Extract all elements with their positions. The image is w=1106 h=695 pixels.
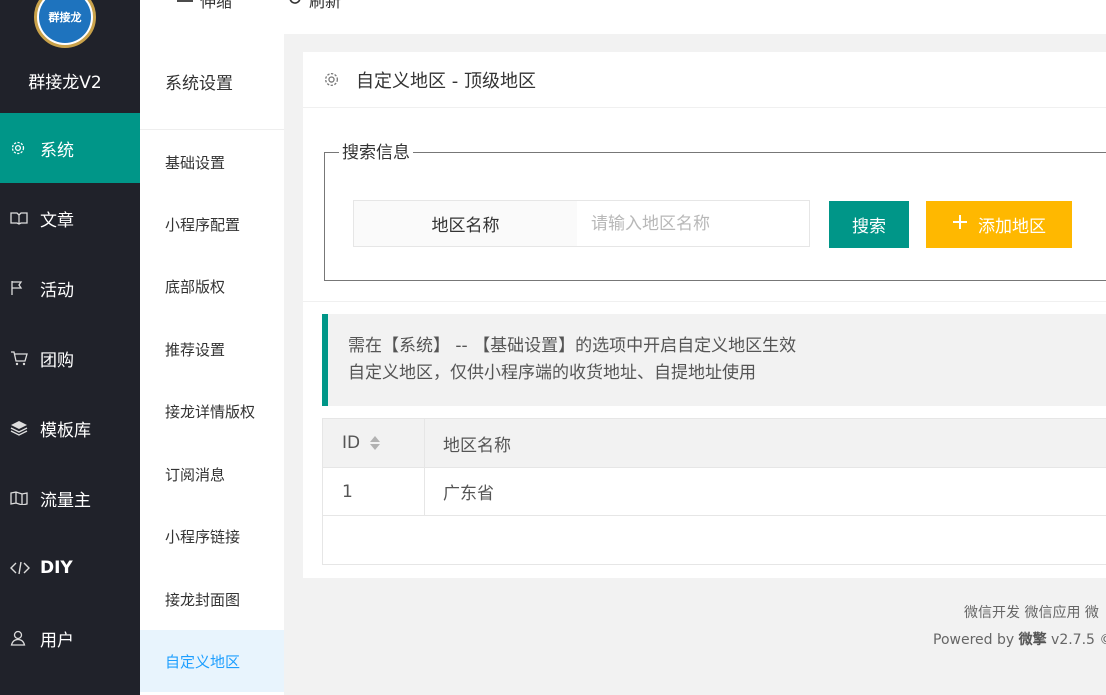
region-name-label: 地区名称: [353, 200, 578, 247]
plus-icon: [952, 214, 968, 235]
search-legend: 搜索信息: [339, 143, 413, 163]
submenu-item-detail-copyright[interactable]: 接龙详情版权: [140, 380, 284, 442]
add-region-button[interactable]: 添加地区: [926, 201, 1072, 248]
submenu-title: 系统设置: [140, 34, 284, 130]
table-row[interactable]: 1 广东省: [323, 468, 1106, 516]
search-button[interactable]: 搜索: [829, 201, 909, 248]
submenu-item-recommend[interactable]: 推荐设置: [140, 318, 284, 380]
flag-icon: [10, 280, 32, 296]
nav-item-article[interactable]: 文章: [0, 183, 140, 253]
footer: 微信开发 微信应用 微 Powered by 微擎 v2.7.5 ©: [900, 600, 1106, 654]
submenu-item-miniapp[interactable]: 小程序配置: [140, 193, 284, 255]
nav-item-traffic[interactable]: 流量主: [0, 463, 140, 533]
notice-line-1: 需在【系统】 -- 【基础设置】的选项中开启自定义地区生效: [348, 336, 797, 356]
nav-item-system[interactable]: 系统: [0, 113, 140, 183]
cart-icon: [10, 350, 32, 366]
book-icon: [10, 211, 32, 225]
page-title: 自定义地区 - 顶级地区: [356, 70, 536, 92]
content-card: 自定义地区 - 顶级地区 搜索信息 地区名称 搜索 添加地区 需在【系统】 --…: [303, 52, 1106, 578]
main-nav: 群接龙 群接龙V2 系统 文章 活动 团购 模板库 流量主 DIY 用户: [0, 0, 140, 695]
footer-brand-link[interactable]: 微擎: [1019, 632, 1047, 648]
submenu-item-custom-region[interactable]: 自定义地区: [140, 630, 284, 692]
submenu-item-basic[interactable]: 基础设置: [140, 131, 284, 193]
column-id[interactable]: ID: [323, 419, 425, 467]
region-name-input[interactable]: [577, 200, 810, 247]
footer-powered: Powered by 微擎 v2.7.5 ©: [933, 632, 1106, 648]
logo[interactable]: 群接龙: [34, 0, 96, 48]
layers-icon: [10, 420, 32, 436]
collapse-button[interactable]: 伸缩: [176, 0, 232, 12]
gear-icon: [323, 71, 340, 88]
gear-icon: [10, 140, 32, 156]
notice-line-2: 自定义地区，仅供小程序端的收货地址、自提地址使用: [348, 363, 756, 383]
brand-name: 群接龙V2: [28, 73, 102, 93]
nav-item-diy[interactable]: DIY: [0, 533, 140, 603]
brand: 群接龙 群接龙V2: [0, 0, 140, 112]
refresh-button[interactable]: 刷新: [287, 0, 341, 12]
nav-item-user[interactable]: 用户: [0, 603, 140, 673]
submenu: 系统设置 基础设置 小程序配置 底部版权 推荐设置 接龙详情版权 订阅消息 小程…: [140, 34, 284, 695]
nav-item-activity[interactable]: 活动: [0, 253, 140, 323]
notice-block: 需在【系统】 -- 【基础设置】的选项中开启自定义地区生效 自定义地区，仅供小程…: [322, 314, 1106, 406]
footer-links[interactable]: 微信开发 微信应用 微: [900, 600, 1106, 627]
refresh-icon: [287, 0, 303, 10]
cell-id: 1: [323, 468, 425, 515]
region-table: ID 地区名称 1 广东省: [322, 418, 1106, 565]
column-region-name: 地区名称: [443, 435, 511, 456]
submenu-item-subscribe[interactable]: 订阅消息: [140, 443, 284, 505]
code-icon: [10, 561, 32, 575]
map-icon: [10, 491, 32, 505]
sort-icon[interactable]: [370, 436, 381, 450]
top-toolbar: 伸缩 刷新: [140, 0, 1106, 34]
search-fieldset: 搜索信息 地区名称 搜索 添加地区: [324, 143, 1106, 281]
nav-item-groupbuy[interactable]: 团购: [0, 323, 140, 393]
submenu-item-copyright[interactable]: 底部版权: [140, 255, 284, 317]
user-icon: [10, 630, 32, 646]
nav-item-templates[interactable]: 模板库: [0, 393, 140, 463]
divider: [303, 301, 1106, 302]
menu-icon: [176, 0, 194, 10]
submenu-item-link[interactable]: 小程序链接: [140, 505, 284, 567]
card-header: 自定义地区 - 顶级地区: [303, 52, 1106, 108]
submenu-item-cover[interactable]: 接龙封面图: [140, 568, 284, 630]
table-header: ID 地区名称: [323, 419, 1106, 468]
cell-region-name: 广东省: [443, 484, 494, 504]
